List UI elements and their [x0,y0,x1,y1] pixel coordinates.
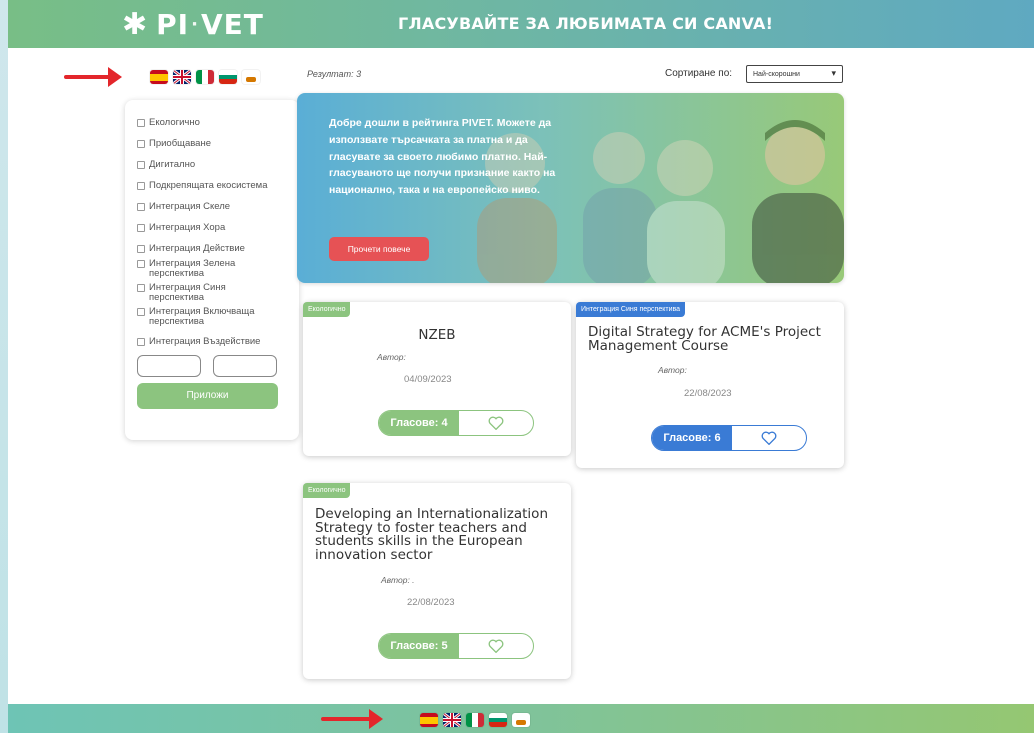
filter-item[interactable]: Интеграция Скеле [137,200,289,212]
flag-bg-icon[interactable] [489,713,507,727]
checkbox[interactable] [137,202,145,211]
flag-bg-icon[interactable] [219,70,237,84]
checkbox[interactable] [137,139,145,148]
range-inputs [137,354,289,377]
filter-label: Интеграция Синя перспектива [149,281,226,303]
filter-label: Дигитално [149,158,196,170]
canva-card[interactable]: Интеграция Синя перспектива Digital Stra… [576,302,844,468]
heart-icon[interactable] [459,634,533,658]
filter-item[interactable]: Интеграция Действие [137,242,289,254]
checkbox[interactable] [137,283,145,292]
vote-widget: Гласове: 6 [651,425,807,451]
checkbox[interactable] [137,307,145,316]
filter-label: Интеграция Хора [149,221,226,233]
language-selector-top [150,70,260,84]
language-selector-footer [420,713,530,727]
checkbox[interactable] [137,160,145,169]
filter-item[interactable]: Интеграция Включваща перспектива [137,305,289,327]
red-arrow-icon [321,709,383,729]
sort-value: Най-скорошни [753,70,800,78]
heart-icon[interactable] [732,426,806,450]
filter-item[interactable]: Приобщаване [137,137,289,149]
filter-label: Интеграция Зелена перспектива [149,257,236,279]
filter-label: Интеграция Действие [149,242,245,254]
canva-card[interactable]: Екологично NZEB Автор: 04/09/2023 Гласов… [303,302,571,456]
logo-separator: · [191,13,199,35]
hero-banner: Добре дошли в рейтинга PIVET. Можете да … [297,93,844,283]
range-from-input[interactable] [137,354,201,377]
filter-label: Интеграция Скеле [149,200,231,212]
card-title[interactable]: Developing an Internationalization Strat… [315,507,565,562]
asterisk-icon: ✱ [122,6,149,42]
read-more-button[interactable]: Прочети повече [329,237,429,261]
pivet-logo[interactable]: ✱ PI · VET [122,6,264,42]
sort-label: Сортиране по: [665,68,733,79]
card-author: Автор: . [381,575,415,585]
card-title[interactable]: Digital Strategy for ACME's Project Mana… [588,325,838,353]
vote-count: Гласове: 5 [379,634,459,658]
logo-text-vet: VET [200,7,264,41]
filter-item[interactable]: Дигитално [137,158,289,170]
category-badge: Екологично [303,483,351,498]
filter-item[interactable]: Екологично [137,118,289,128]
header: ✱ PI · VET ГЛАСУВАЙТЕ ЗА ЛЮБИМАТА СИ CAN… [8,0,1034,48]
apply-button[interactable]: Приложи [137,382,278,409]
page: ✱ PI · VET ГЛАСУВАЙТЕ ЗА ЛЮБИМАТА СИ CAN… [8,0,1034,733]
filter-label: Интеграция Въздействие [149,335,261,347]
vote-widget: Гласове: 5 [378,633,534,659]
header-title: ГЛАСУВАЙТЕ ЗА ЛЮБИМАТА СИ CANVA! [398,14,774,33]
filter-item[interactable]: Интеграция Синя перспектива [137,281,289,303]
vote-count: Гласове: 6 [652,426,732,450]
chevron-down-icon: ▾ [831,68,836,78]
vote-count: Гласове: 4 [379,411,459,435]
flag-es-icon[interactable] [150,70,168,84]
filter-label: Подкрепящата екосистема [149,179,268,191]
checkbox[interactable] [137,223,145,232]
flag-gb-icon[interactable] [443,713,461,727]
sort-select[interactable]: Най-скорошни ▾ [746,65,843,83]
filter-label: Екологично [149,117,200,128]
vote-widget: Гласове: 4 [378,410,534,436]
hero-text: Добре дошли в рейтинга PIVET. Можете да … [329,117,556,197]
range-to-input[interactable] [213,354,277,377]
card-author: Автор: [377,352,406,362]
filter-item[interactable]: Интеграция Въздействие [137,335,289,347]
checkbox[interactable] [137,119,145,127]
results-count: Резултат: 3 [307,69,362,79]
filter-item[interactable]: Интеграция Зелена перспектива [137,257,289,279]
flag-cy-icon[interactable] [242,70,260,84]
flag-it-icon[interactable] [466,713,484,727]
red-arrow-icon [64,67,122,87]
checkbox[interactable] [137,181,145,190]
checkbox[interactable] [137,244,145,253]
flag-es-icon[interactable] [420,713,438,727]
filter-sidebar: Екологично Приобщаване Дигитално Подкреп… [125,100,299,440]
heart-icon[interactable] [459,411,533,435]
checkbox[interactable] [137,337,145,346]
category-badge: Екологично [303,302,351,317]
card-title[interactable]: NZEB [303,328,571,343]
flag-cy-icon[interactable] [512,713,530,727]
card-date: 22/08/2023 [684,388,732,399]
flag-it-icon[interactable] [196,70,214,84]
logo-text-pi: PI [156,7,190,41]
filter-item[interactable]: Интеграция Хора [137,221,289,233]
card-date: 04/09/2023 [404,374,452,385]
card-author: Автор: [658,365,687,375]
filter-label: Приобщаване [149,137,211,149]
canva-card[interactable]: Екологично Developing an Internationaliz… [303,483,571,679]
flag-gb-icon[interactable] [173,70,191,84]
filter-item[interactable]: Подкрепящата екосистема [137,179,289,191]
checkbox[interactable] [137,259,145,268]
card-date: 22/08/2023 [407,597,455,608]
category-badge: Интеграция Синя перспектива [576,302,686,317]
filter-label: Интеграция Включваща перспектива [149,305,255,327]
